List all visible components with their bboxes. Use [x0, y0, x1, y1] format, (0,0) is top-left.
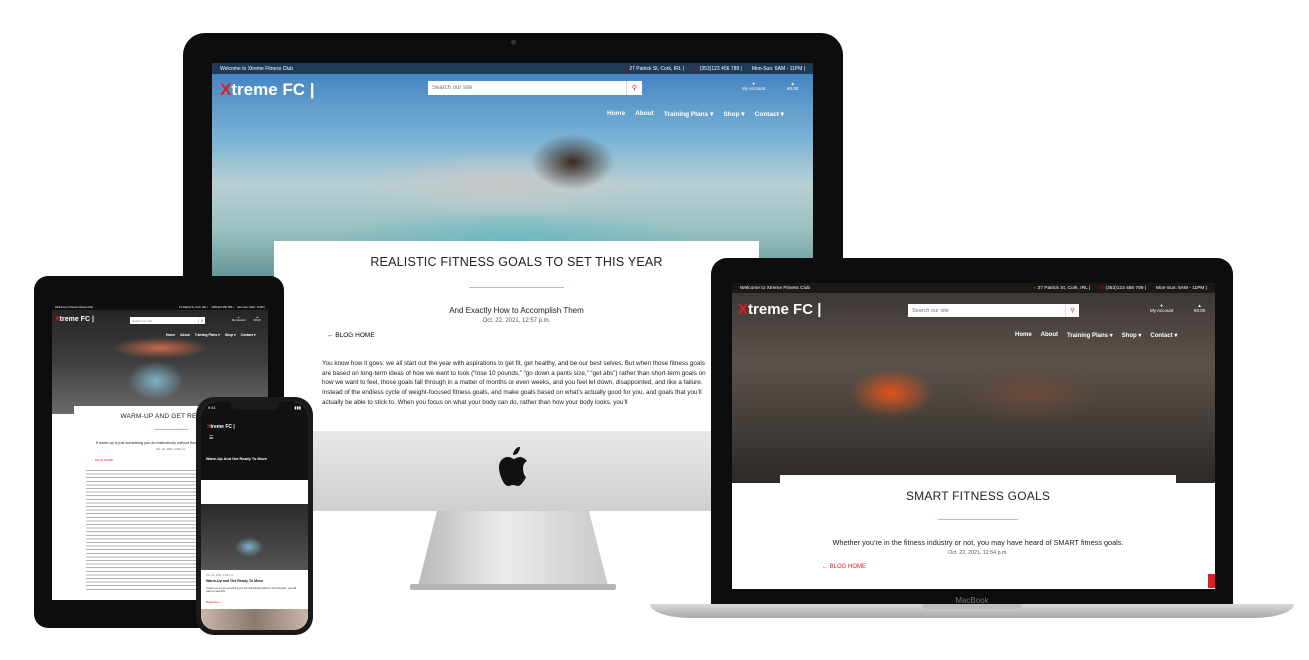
imac-base [410, 584, 616, 590]
title-divider [154, 429, 188, 430]
site-logo[interactable]: Xtreme FC | [220, 80, 315, 100]
nav-about[interactable]: About [1041, 332, 1058, 339]
nav-home[interactable]: Home [1015, 332, 1032, 339]
read-more-link[interactable]: Read More → [206, 600, 223, 604]
apple-logo-icon [499, 447, 527, 486]
title-divider [469, 287, 564, 288]
iphone-notch [231, 402, 279, 410]
cart-link[interactable]: ▲ €0.00 [1194, 303, 1205, 313]
main-nav: Home About Training Plans ▾ Shop ▾ Conta… [1015, 332, 1177, 339]
battery-icon: ▮▮▮ [294, 405, 301, 410]
search-icon[interactable]: ⚲ [198, 317, 205, 324]
macbook-screen: Welcome to Xtreme Fitness Club ● 27 Patr… [732, 283, 1215, 589]
account-link[interactable]: ● My Account [1150, 303, 1173, 313]
location-pin-icon: ● [624, 65, 628, 72]
contact-info: ● 27 Patrick St, Cork, IRL | ✆ (353)123 … [1033, 285, 1207, 291]
hours-text: Mon-Sun: 6AM - 11PM | [751, 65, 805, 72]
post-thumbnail[interactable] [201, 504, 308, 570]
main-nav: Home About Training Plans ▾ Shop ▾ Conta… [607, 110, 784, 118]
post-subtitle: And Exactly How to Accomplish Them [449, 306, 584, 315]
search-icon[interactable]: ⚲ [1065, 304, 1079, 317]
post-subtitle: Whether you’re in the fitness industry o… [832, 538, 1124, 547]
search-bar: ⚲ [130, 317, 205, 324]
site-logo[interactable]: Xtreme FC | [55, 316, 94, 323]
phone-icon: ✆ [694, 65, 699, 72]
nav-contact[interactable]: Contact ▾ [755, 110, 784, 118]
search-icon[interactable]: ⚲ [626, 81, 642, 95]
nav-shop[interactable]: Shop ▾ [1122, 332, 1142, 339]
nav-contact[interactable]: Contact ▾ [1150, 332, 1177, 339]
search-bar: ⚲ [428, 81, 642, 95]
top-info-bar: Welcome to Xtreme Fitness Club 27 Patric… [52, 304, 268, 310]
scroll-top-button[interactable] [1208, 574, 1215, 588]
nav-shop[interactable]: Shop ▾ [225, 333, 236, 337]
nav-training-plans[interactable]: Training Plans ▾ [664, 110, 714, 118]
nav-about[interactable]: About [180, 333, 190, 337]
back-to-blog-link[interactable]: ← BLOG HOME [327, 332, 375, 339]
status-time: 9:41 [208, 405, 216, 410]
phone-header [201, 402, 308, 480]
nav-training-plans[interactable]: Training Plans ▾ [195, 333, 220, 337]
search-input[interactable] [130, 317, 198, 324]
top-info-bar: Welcome to Xtreme Fitness Club ● 27 Patr… [212, 63, 813, 74]
title-divider [938, 519, 1018, 520]
post-date: Oct. 22, 2021, 12:57 p.m. [482, 318, 551, 324]
site-logo[interactable]: Xtreme FC | [738, 301, 821, 318]
hero-title: Warm-Up And Get Ready To Move [206, 457, 268, 461]
welcome-text: Welcome to Xtreme Fitness Club [740, 285, 811, 291]
nav-training-plans[interactable]: Training Plans ▾ [1067, 332, 1113, 339]
contact-info: ● 27 Patrick St, Cork, IRL | ✆ (353)123 … [625, 66, 805, 72]
macbook-notch [922, 604, 1022, 609]
post-card-excerpt: If warm-up is just something you do inst… [206, 587, 297, 594]
location-pin-icon: ● [1033, 285, 1037, 291]
welcome-text: Welcome to Xtreme Fitness Club [220, 65, 293, 72]
post-date: Oct. 22, 2021, 12:54 p.m. [948, 550, 1008, 556]
iphone-screen: 9:41 ▮▮▮ Xtreme FC | ☰ Warm-Up And Get R… [201, 402, 308, 630]
post-title: SMART FITNESS GOALS [905, 489, 1051, 503]
next-post-thumbnail[interactable] [201, 609, 308, 630]
blog-post-card: SMART FITNESS GOALS Whether you’re in th… [780, 475, 1176, 589]
address-text: 27 Patrick St, Cork, IRL | [629, 65, 685, 72]
search-input[interactable] [908, 304, 1065, 317]
nav-contact[interactable]: Contact ▾ [241, 333, 256, 337]
post-body: You know how it goes: we all start out t… [322, 360, 706, 406]
imac-stand [418, 511, 608, 586]
cart-link[interactable]: ▲ €0.00 [254, 316, 261, 322]
search-bar: ⚲ [908, 304, 1079, 317]
back-to-blog-link[interactable]: ← BLOG HOME [91, 458, 113, 462]
device-mockup-stage: Welcome to Xtreme Fitness Club ● 27 Patr… [0, 0, 1309, 660]
nav-home[interactable]: Home [166, 333, 175, 337]
top-info-bar: Welcome to Xtreme Fitness Club ● 27 Patr… [732, 283, 1215, 293]
post-title: REALISTIC FITNESS GOALS TO SET THIS YEAR [370, 255, 663, 269]
post-meta: Oct. 22, 2021, 1:09 p.m. [206, 574, 234, 577]
back-to-blog-link[interactable]: ← BLOG HOME [822, 564, 866, 570]
nav-about[interactable]: About [635, 110, 654, 118]
account-link[interactable]: ● My Account [742, 81, 765, 91]
cart-link[interactable]: ▲ €0.00 [787, 81, 798, 91]
hamburger-menu-icon[interactable]: ☰ [209, 435, 213, 441]
account-link[interactable]: ● My Account [232, 316, 245, 322]
nav-home[interactable]: Home [607, 110, 625, 118]
post-card-title[interactable]: Warm-Up and Get Ready To Move [206, 579, 263, 583]
imac-camera [511, 40, 516, 45]
nav-shop[interactable]: Shop ▾ [723, 110, 744, 118]
search-input[interactable] [428, 81, 626, 95]
phone-text: (353)123 456 789 | [699, 65, 742, 72]
main-nav: Home About Training Plans ▾ Shop ▾ Conta… [166, 333, 255, 337]
phone-icon: ✆ [1100, 285, 1105, 291]
site-logo[interactable]: Xtreme FC | [207, 424, 235, 430]
